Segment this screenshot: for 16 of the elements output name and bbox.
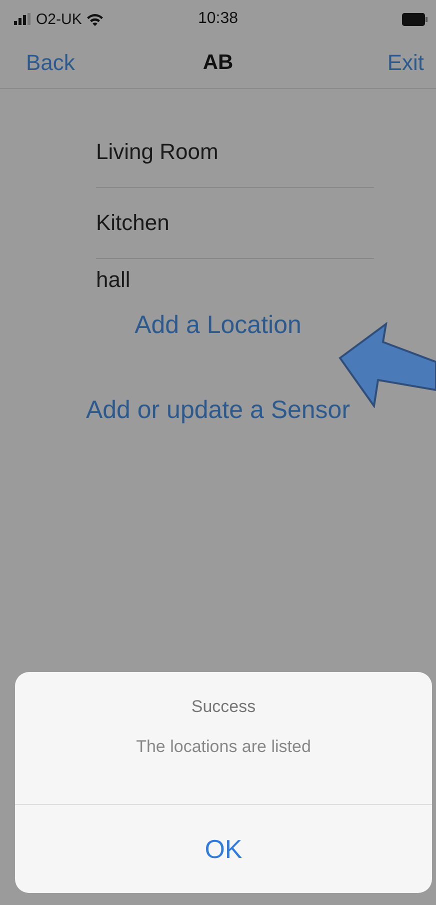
action-link[interactable]: Add a Location bbox=[134, 311, 302, 340]
location-item[interactable]: Kitchen bbox=[96, 210, 170, 236]
signal-icon bbox=[14, 13, 32, 25]
back-button[interactable]: Back bbox=[26, 50, 75, 76]
exit-button[interactable]: Exit bbox=[387, 50, 424, 76]
alert-title: Success bbox=[191, 697, 256, 717]
ok-button[interactable]: OK bbox=[15, 805, 432, 893]
action-link[interactable]: Add or update a Sensor bbox=[86, 396, 350, 425]
battery-icon bbox=[402, 12, 428, 26]
alert-message: The locations are listed bbox=[136, 737, 311, 757]
location-item[interactable]: hall bbox=[96, 267, 130, 293]
screen-title: AB bbox=[202, 51, 234, 74]
location-item[interactable]: Living Room bbox=[96, 139, 218, 165]
clock-time: 10:38 bbox=[198, 10, 238, 27]
carrier-name: O2-UK bbox=[36, 10, 82, 28]
wifi-icon bbox=[86, 12, 104, 26]
